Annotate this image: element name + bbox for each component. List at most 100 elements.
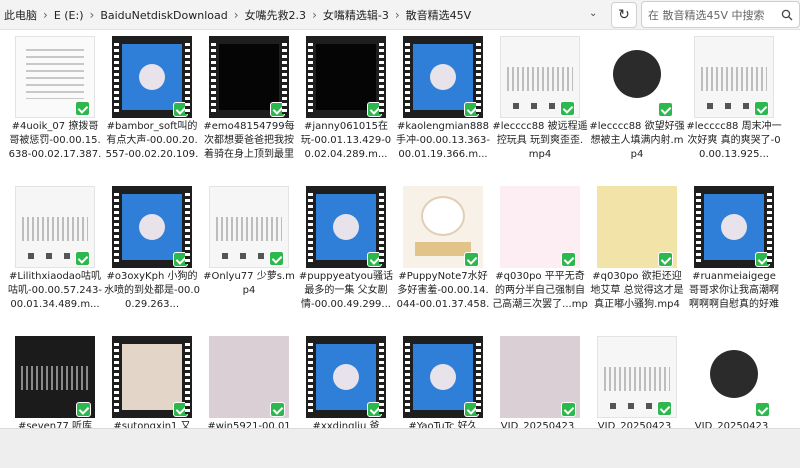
- file-item[interactable]: VID_20250423_: [686, 330, 782, 428]
- breadcrumb-item[interactable]: E (E:): [50, 9, 88, 22]
- file-name: #lecccc88 被远程遥控玩具 玩到爽歪歪.mp4: [492, 121, 588, 160]
- sync-check-icon: [464, 252, 479, 267]
- file-thumbnail: [694, 36, 774, 118]
- sync-check-icon: [658, 102, 673, 117]
- breadcrumb-item[interactable]: BaiduNetdiskDownload: [96, 9, 231, 22]
- file-name: #bambor_soft叫的有点大声-00.00.20.557-00.02.20…: [105, 121, 199, 160]
- sync-check-icon: [561, 402, 576, 417]
- file-thumbnail: [500, 336, 580, 418]
- file-item[interactable]: #Lilithxiaodao咕叽咕叽-00.00.57.243-00.01.34…: [7, 180, 103, 330]
- file-item[interactable]: #YaoTuTc 好久: [395, 330, 491, 428]
- file-item[interactable]: #ruanmeiaigege 哥哥求你让我高潮啊啊啊啊自慰真的好难满...: [686, 180, 782, 330]
- thumbnail-graphic: [430, 364, 456, 390]
- sync-check-icon: [270, 102, 285, 117]
- breadcrumb-separator-icon: ›: [43, 8, 48, 22]
- file-name: #seven77 听库: [17, 421, 93, 428]
- file-item[interactable]: #Onlyu77 少萝s.mp4: [201, 180, 297, 330]
- thumbnail-graphic: [28, 253, 82, 259]
- file-thumbnail: [597, 186, 677, 268]
- file-name: #lecccc88 欲望好强想被主人填满内射.mp4: [589, 121, 685, 160]
- search-placeholder: 在 散音精选45V 中搜索: [648, 8, 765, 22]
- breadcrumb-separator-icon: ›: [233, 8, 239, 22]
- file-item[interactable]: #4uoik_07 撩拨哥哥被惩罚-00.00.15.638-00.02.17.…: [7, 30, 103, 180]
- file-item[interactable]: #o3oxyKph 小狗的水喷的到处都是-00.00.29.263...: [104, 180, 200, 330]
- file-name: #wjn5921-00.01: [207, 421, 291, 428]
- file-item[interactable]: #puppyeatyou骚话最多的一集 父女剧情-00.00.49.299...: [298, 180, 394, 330]
- sync-check-icon: [464, 102, 479, 117]
- file-item[interactable]: #kaolengmian888 手冲-00.00.13.363-00.01.19…: [395, 30, 491, 180]
- thumbnail-graphic: [421, 196, 465, 236]
- breadcrumb-item-current[interactable]: 散音精选45V: [402, 7, 476, 23]
- file-item[interactable]: #lecccc88 欲望好强想被主人填满内射.mp4: [589, 30, 685, 180]
- thumbnail-graphic: [707, 103, 761, 109]
- thumbnail-graphic: [415, 242, 471, 256]
- thumbnail-graphic: [721, 214, 747, 240]
- chevron-down-icon[interactable]: ⌄: [589, 8, 597, 19]
- thumbnail-graphic: [139, 64, 165, 90]
- file-name: #ruanmeiaigege 哥哥求你让我高潮啊啊啊啊自慰真的好难满...: [689, 271, 779, 310]
- sync-check-icon: [75, 251, 90, 266]
- thumbnail-graphic: [222, 253, 276, 259]
- sync-check-icon: [173, 252, 188, 267]
- sync-check-icon: [560, 101, 575, 116]
- file-item[interactable]: #wjn5921-00.01: [201, 330, 297, 428]
- sync-check-icon: [755, 402, 770, 417]
- file-item[interactable]: #q030po 欲拒还迎地艾草 总觉得这才是真正嘟小骚狗.mp4: [589, 180, 685, 330]
- status-area: [0, 428, 800, 468]
- file-name: #puppyeatyou骚话最多的一集 父女剧情-00.00.49.299...: [298, 271, 394, 310]
- file-name: #PuppyNote7水好多好害羞-00.00.14.044-00.01.37.…: [396, 271, 490, 310]
- file-thumbnail: [694, 336, 774, 418]
- file-item[interactable]: #janny061015在玩-00.01.13.429-00.02.04.289…: [298, 30, 394, 180]
- file-item[interactable]: VID_20250423_: [589, 330, 685, 428]
- thumbnail-graphic: [316, 194, 376, 260]
- file-item[interactable]: #lecccc88 周末冲一次好爽 真的爽哭了-00.00.13.925...: [686, 30, 782, 180]
- file-explorer-window: 此电脑 › E (E:) › BaiduNetdiskDownload › 女嘴…: [0, 0, 800, 468]
- thumbnail-graphic: [701, 67, 767, 91]
- file-item[interactable]: #sutongxin1 又: [104, 330, 200, 428]
- file-name: #kaolengmian888 手冲-00.00.13.363-00.01.19…: [395, 121, 490, 160]
- file-item[interactable]: #emo48154799每次都想要爸爸把我按着骑在身上顶到最里面...: [201, 30, 297, 180]
- file-item[interactable]: #xxdingliu 爸: [298, 330, 394, 428]
- thumbnail-graphic: [22, 217, 88, 241]
- thumbnail-graphic: [413, 44, 473, 110]
- breadcrumb-item[interactable]: 此电脑: [0, 7, 41, 23]
- breadcrumb-item[interactable]: 女嘴先救2.3: [241, 7, 311, 23]
- search-icon: [781, 9, 793, 20]
- file-thumbnail: [112, 186, 192, 268]
- file-name: VID_20250423_: [500, 421, 580, 428]
- file-thumbnail: [209, 336, 289, 418]
- file-item[interactable]: #seven77 听库: [7, 330, 103, 428]
- file-thumbnail: [597, 36, 677, 118]
- sync-check-icon: [464, 402, 479, 417]
- sync-check-icon: [269, 251, 284, 266]
- file-thumbnail: [209, 36, 289, 118]
- thumbnail-graphic: [430, 64, 456, 90]
- thumbnail-graphic: [219, 44, 279, 110]
- thumbnail-graphic: [333, 364, 359, 390]
- thumbnail-graphic: [604, 367, 670, 391]
- breadcrumb-separator-icon: ›: [89, 8, 95, 22]
- thumbnail-graphic: [710, 350, 758, 398]
- thumbnail-graphic: [513, 103, 567, 109]
- file-name: #Lilithxiaodao咕叽咕叽-00.00.57.243-00.01.34…: [7, 271, 102, 310]
- file-name: #lecccc88 周末冲一次好爽 真的爽哭了-00.00.13.925...: [686, 121, 782, 160]
- sync-check-icon: [76, 402, 91, 417]
- thumbnail-graphic: [316, 344, 376, 410]
- file-item[interactable]: #q030po 平平无奇的两分半自己强制自己高潮三次罢了...mp4: [492, 180, 588, 330]
- file-item[interactable]: #lecccc88 被远程遥控玩具 玩到爽歪歪.mp4: [492, 30, 588, 180]
- thumbnail-graphic: [139, 214, 165, 240]
- file-item[interactable]: #bambor_soft叫的有点大声-00.00.20.557-00.02.20…: [104, 30, 200, 180]
- thumbnail-graphic: [26, 49, 84, 99]
- file-thumbnail: [500, 36, 580, 118]
- refresh-button[interactable]: ↻: [611, 2, 637, 28]
- sync-check-icon: [755, 252, 770, 267]
- breadcrumb-item[interactable]: 女嘴精选辑-3: [319, 7, 393, 23]
- refresh-icon: ↻: [618, 7, 630, 23]
- file-thumbnail: [500, 186, 580, 268]
- file-item[interactable]: VID_20250423_: [492, 330, 588, 428]
- search-input[interactable]: 在 散音精选45V 中搜索: [641, 1, 800, 28]
- file-thumbnail: [15, 336, 95, 418]
- file-item[interactable]: #PuppyNote7水好多好害羞-00.00.14.044-00.01.37.…: [395, 180, 491, 330]
- file-thumbnail: [209, 186, 289, 268]
- breadcrumb: 此电脑 › E (E:) › BaiduNetdiskDownload › 女嘴…: [0, 0, 475, 30]
